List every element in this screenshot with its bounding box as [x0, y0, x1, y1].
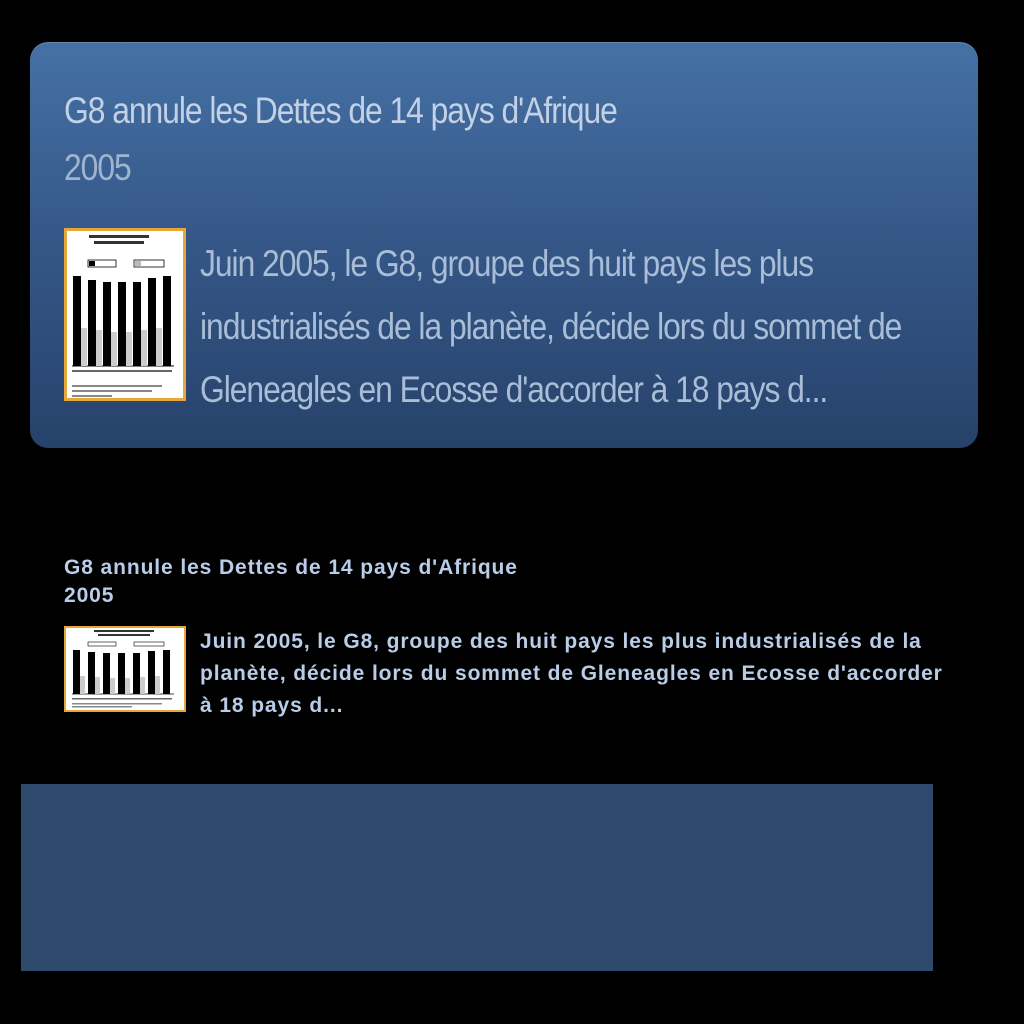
empty-card-panel	[21, 784, 933, 971]
news-card-large[interactable]: G8 annule les Dettes de 14 pays d'Afriqu…	[30, 42, 978, 448]
news-title: G8 annule les Dettes de 14 pays d'Afriqu…	[64, 90, 618, 131]
news-year: 2005	[64, 147, 132, 188]
debt-chart-thumbnail-icon	[64, 626, 186, 712]
news-year: 2005	[64, 584, 115, 607]
news-description: Juin 2005, le G8, groupe des huit pays l…	[200, 630, 943, 717]
debt-chart-thumbnail-icon	[64, 228, 186, 401]
news-card-small[interactable]: G8 annule les Dettes de 14 pays d'Afriqu…	[30, 540, 978, 740]
news-title: G8 annule les Dettes de 14 pays d'Afriqu…	[64, 556, 518, 579]
news-description: Juin 2005, le G8, groupe des huit pays l…	[200, 243, 902, 410]
